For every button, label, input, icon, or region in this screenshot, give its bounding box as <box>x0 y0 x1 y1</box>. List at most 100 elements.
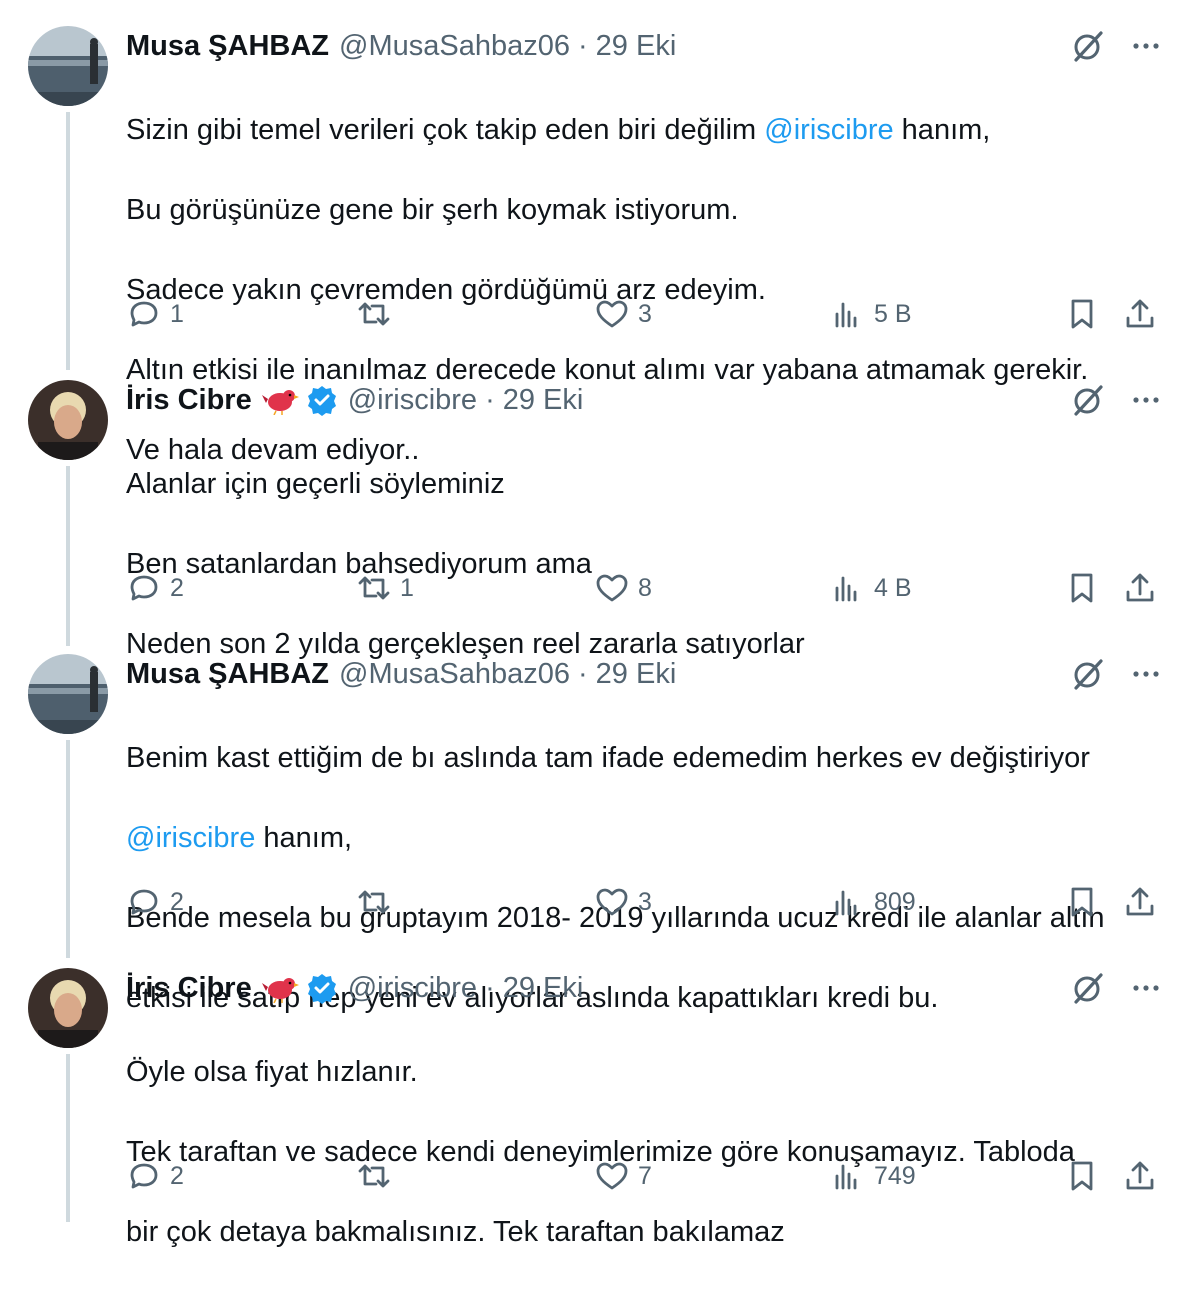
views-button[interactable]: 4 B <box>830 570 912 606</box>
avatar[interactable] <box>28 968 108 1048</box>
like-count: 8 <box>638 573 652 602</box>
display-name[interactable]: İris Cibre <box>126 972 252 1005</box>
action-bar: 2 1 8 4 B <box>126 570 1164 610</box>
post-date[interactable]: 29 Eki <box>596 30 677 63</box>
like-count: 7 <box>638 1161 652 1190</box>
share-upload-icon <box>1126 299 1154 328</box>
share-button[interactable] <box>1122 296 1158 332</box>
tweet-line: Öyle olsa fiyat hızlanır. <box>126 1056 418 1088</box>
view-count: 749 <box>874 1161 916 1190</box>
reply-bubble-icon <box>130 889 158 915</box>
reply-button[interactable]: 2 <box>126 1158 184 1194</box>
bookmark-button[interactable] <box>1064 1158 1100 1194</box>
more-dots-icon[interactable] <box>1128 970 1164 1006</box>
grok-slash-circle-icon[interactable] <box>1070 28 1106 64</box>
like-button[interactable]: 3 <box>594 296 652 332</box>
thread-line <box>66 1054 70 1222</box>
mention-link[interactable]: @iriscibre <box>126 822 255 854</box>
action-bar: 2 3 809 <box>126 884 1164 924</box>
thread-line <box>66 466 70 646</box>
separator-dot: · <box>485 383 495 416</box>
bookmark-icon <box>1071 1161 1093 1191</box>
post-date[interactable]: 29 Eki <box>503 972 584 1005</box>
grok-slash-circle-icon[interactable] <box>1070 970 1106 1006</box>
reply-bubble-icon <box>130 1163 158 1189</box>
reply-count: 2 <box>170 573 184 602</box>
like-button[interactable]: 3 <box>594 884 652 920</box>
avatar[interactable] <box>28 26 108 106</box>
more-dots-icon[interactable] <box>1128 382 1164 418</box>
post-date[interactable]: 29 Eki <box>596 658 677 691</box>
tweet-line: Alanlar için geçerli söyleminiz <box>126 468 505 500</box>
user-handle[interactable]: @iriscibre <box>348 972 477 1005</box>
view-count: 5 B <box>874 299 912 328</box>
action-bar: 2 7 749 <box>126 1158 1164 1198</box>
share-upload-icon <box>1126 573 1154 602</box>
tweet-line: Bu görüşünüze gene bir şerh koymak istiy… <box>126 194 739 226</box>
views-button[interactable]: 749 <box>830 1158 916 1194</box>
tweet-text: Öyle olsa fiyat hızlanır. Tek taraftan v… <box>126 1012 1164 1292</box>
share-button[interactable] <box>1122 1158 1158 1194</box>
retweet-count: 1 <box>400 573 414 602</box>
user-handle[interactable]: @iriscibre <box>348 384 477 417</box>
like-count: 3 <box>638 299 652 328</box>
red-bird-emoji-icon <box>261 390 299 415</box>
action-bar: 1 3 5 B <box>126 296 1164 336</box>
post-date[interactable]: 29 Eki <box>503 384 584 417</box>
reply-count: 1 <box>170 299 184 328</box>
avatar-sea-photo-icon <box>28 26 108 106</box>
display-name[interactable]: İris Cibre <box>126 384 252 417</box>
retweet-button[interactable] <box>356 296 400 332</box>
avatar-sea-photo-icon <box>28 654 108 734</box>
bookmark-button[interactable] <box>1064 296 1100 332</box>
reply-bubble-icon <box>130 575 158 601</box>
heart-icon <box>596 888 628 916</box>
retweet-button[interactable] <box>356 884 400 920</box>
views-bars-icon <box>835 302 857 328</box>
like-button[interactable]: 7 <box>594 1158 652 1194</box>
reply-button[interactable]: 2 <box>126 884 184 920</box>
retweet-arrows-icon <box>358 890 390 914</box>
reply-button[interactable]: 2 <box>126 570 184 606</box>
reply-button[interactable]: 1 <box>126 296 184 332</box>
reply-count: 2 <box>170 887 184 916</box>
avatar[interactable] <box>28 380 108 460</box>
heart-icon <box>596 300 628 328</box>
views-bars-icon <box>835 890 857 916</box>
heart-icon <box>596 574 628 602</box>
more-dots-icon[interactable] <box>1128 656 1164 692</box>
reply-count: 2 <box>170 1161 184 1190</box>
view-count: 4 B <box>874 573 912 602</box>
share-button[interactable] <box>1122 570 1158 606</box>
mention-link[interactable]: @iriscibre <box>764 114 893 146</box>
retweet-button[interactable] <box>356 1158 400 1194</box>
display-name[interactable]: Musa ŞAHBAZ <box>126 658 329 691</box>
bookmark-button[interactable] <box>1064 884 1100 920</box>
share-button[interactable] <box>1122 884 1158 920</box>
bookmark-icon <box>1071 299 1093 329</box>
display-name[interactable]: Musa ŞAHBAZ <box>126 30 329 63</box>
tweet-line: @iriscibre hanım, <box>126 822 353 854</box>
grok-slash-circle-icon[interactable] <box>1070 656 1106 692</box>
views-button[interactable]: 809 <box>830 884 916 920</box>
thread-line <box>66 740 70 958</box>
user-handle[interactable]: @MusaSahbaz06 <box>339 30 570 63</box>
retweet-arrows-icon <box>358 302 390 326</box>
user-handle[interactable]: @MusaSahbaz06 <box>339 658 570 691</box>
like-count: 3 <box>638 887 652 916</box>
separator-dot: · <box>485 971 495 1004</box>
views-button[interactable]: 5 B <box>830 296 912 332</box>
avatar-portrait-icon <box>28 968 108 1048</box>
grok-slash-circle-icon[interactable] <box>1070 382 1106 418</box>
tweet-line: bir çok detaya bakmalısınız. Tek tarafta… <box>126 1216 785 1248</box>
like-button[interactable]: 8 <box>594 570 652 606</box>
bookmark-icon <box>1071 887 1093 917</box>
views-bars-icon <box>835 1164 857 1190</box>
heart-icon <box>596 1162 628 1190</box>
share-upload-icon <box>1126 887 1154 916</box>
red-bird-emoji-icon <box>261 978 299 1003</box>
more-dots-icon[interactable] <box>1128 28 1164 64</box>
bookmark-button[interactable] <box>1064 570 1100 606</box>
retweet-button[interactable]: 1 <box>356 570 414 606</box>
avatar[interactable] <box>28 654 108 734</box>
